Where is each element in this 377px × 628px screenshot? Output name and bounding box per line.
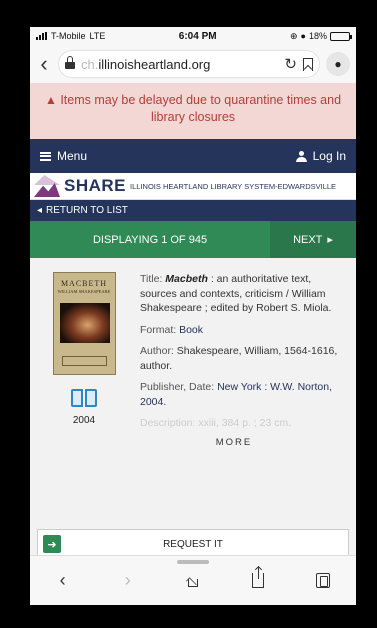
record-fields: Title: Macbeth : an authoritative text, … bbox=[140, 272, 348, 480]
return-label: RETURN TO LIST bbox=[46, 205, 128, 216]
more-button[interactable]: MORE bbox=[120, 436, 348, 451]
url-field[interactable]: ch.illinoisheartland.org ↻ bbox=[58, 50, 320, 78]
tabs-icon[interactable] bbox=[308, 566, 338, 596]
format-field: Format: Book bbox=[140, 323, 348, 338]
cover-title: MACBETH bbox=[60, 279, 108, 288]
bookmark-icon[interactable] bbox=[303, 57, 313, 71]
drag-handle[interactable] bbox=[177, 560, 209, 564]
login-label: Log In bbox=[312, 149, 346, 163]
battery-percent: 18% bbox=[308, 31, 327, 41]
share-icon[interactable] bbox=[243, 566, 273, 596]
phone-screen: T-Mobile LTE 6:04 PM ⊕ ● 18% ‹ ch.illino… bbox=[30, 27, 356, 605]
sign-in-icon: ➜ bbox=[43, 535, 61, 553]
library-system-name: ILLINOIS HEARTLAND LIBRARY SYSTEM-EDWARD… bbox=[130, 181, 337, 191]
menu-button[interactable]: Menu bbox=[40, 149, 87, 163]
title-field: Title: Macbeth : an authoritative text, … bbox=[140, 272, 348, 316]
signal-strength-icon bbox=[36, 32, 47, 40]
main-navbar: Menu Log In bbox=[30, 139, 356, 173]
cover-band bbox=[61, 356, 107, 366]
book-cover-image[interactable]: MACBETH WILLIAM SHAKESPEARE bbox=[52, 272, 116, 375]
home-icon[interactable] bbox=[178, 566, 208, 596]
open-book-icon bbox=[71, 389, 97, 407]
browser-back-icon[interactable]: ‹ bbox=[36, 53, 52, 75]
browser-forward-button-icon[interactable]: › bbox=[113, 566, 143, 596]
browser-address-bar: ‹ ch.illinoisheartland.org ↻ ● bbox=[30, 45, 356, 83]
return-to-list-link[interactable]: ◂ RETURN TO LIST bbox=[30, 200, 356, 221]
share-title: SHARE bbox=[64, 176, 127, 195]
menu-label: Menu bbox=[57, 149, 88, 163]
user-icon bbox=[295, 150, 307, 162]
share-banner[interactable]: SHARE ILLINOIS HEARTLAND LIBRARY SYSTEM-… bbox=[30, 173, 356, 200]
alarm-icon: ● bbox=[300, 31, 306, 41]
caret-left-icon: ◂ bbox=[37, 205, 43, 216]
description-field: Description: xxiii, 384 p. ; 23 cm. bbox=[140, 417, 292, 429]
next-button[interactable]: NEXT ▸ bbox=[270, 221, 356, 258]
status-time: 6:04 PM bbox=[178, 30, 217, 42]
publisher-label: Publisher, Date: bbox=[140, 381, 215, 393]
record-detail: MACBETH WILLIAM SHAKESPEARE 2004 Title: … bbox=[30, 258, 356, 480]
cover-column: MACBETH WILLIAM SHAKESPEARE 2004 bbox=[38, 272, 130, 480]
browser-back-button-icon[interactable]: ‹ bbox=[48, 566, 78, 596]
format-label: Format: bbox=[140, 323, 177, 336]
displaying-count: DISPLAYING 1 OF 945 bbox=[30, 221, 270, 258]
title-main: Macbeth bbox=[165, 273, 208, 285]
caret-right-icon: ▸ bbox=[327, 234, 333, 246]
share-logo bbox=[34, 175, 60, 197]
author-field: Author: Shakespeare, William, 1564-1616,… bbox=[140, 344, 348, 373]
url-text-faded: ch. bbox=[81, 56, 99, 72]
lock-icon bbox=[65, 56, 75, 69]
result-pager: DISPLAYING 1 OF 945 NEXT ▸ bbox=[30, 221, 356, 258]
publication-year: 2004 bbox=[72, 415, 96, 426]
login-button[interactable]: Log In bbox=[295, 149, 346, 163]
url-text-main: illinoisheartland.org bbox=[98, 56, 211, 72]
carrier-name: T-Mobile bbox=[51, 31, 86, 41]
location-icon: ⊕ bbox=[290, 30, 298, 41]
browser-toolbar: ‹ › bbox=[30, 555, 356, 605]
network-type: LTE bbox=[89, 31, 106, 41]
author-label: Author: bbox=[140, 345, 174, 357]
delay-alert: ▲ Items may be delayed due to quarantine… bbox=[30, 83, 356, 139]
warning-triangle-icon: ▲ bbox=[44, 93, 57, 107]
alert-text: Items may be delayed due to quarantine t… bbox=[60, 93, 342, 124]
cover-artwork bbox=[59, 303, 110, 343]
url-text[interactable]: ch.illinoisheartland.org bbox=[81, 57, 278, 72]
reload-icon[interactable]: ↻ bbox=[284, 55, 297, 73]
request-label: REQUEST IT bbox=[163, 538, 223, 550]
format-value[interactable]: Book bbox=[179, 324, 203, 336]
publisher-field: Publisher, Date: New York : W.W. Norton,… bbox=[140, 380, 348, 409]
battery-icon bbox=[330, 31, 352, 41]
next-label: NEXT bbox=[293, 233, 323, 246]
title-label: Title: bbox=[140, 273, 163, 285]
status-bar: T-Mobile LTE 6:04 PM ⊕ ● 18% bbox=[30, 27, 356, 45]
profile-icon[interactable]: ● bbox=[326, 52, 350, 76]
hamburger-icon bbox=[40, 151, 51, 161]
cover-author: WILLIAM SHAKESPEARE bbox=[57, 289, 111, 294]
